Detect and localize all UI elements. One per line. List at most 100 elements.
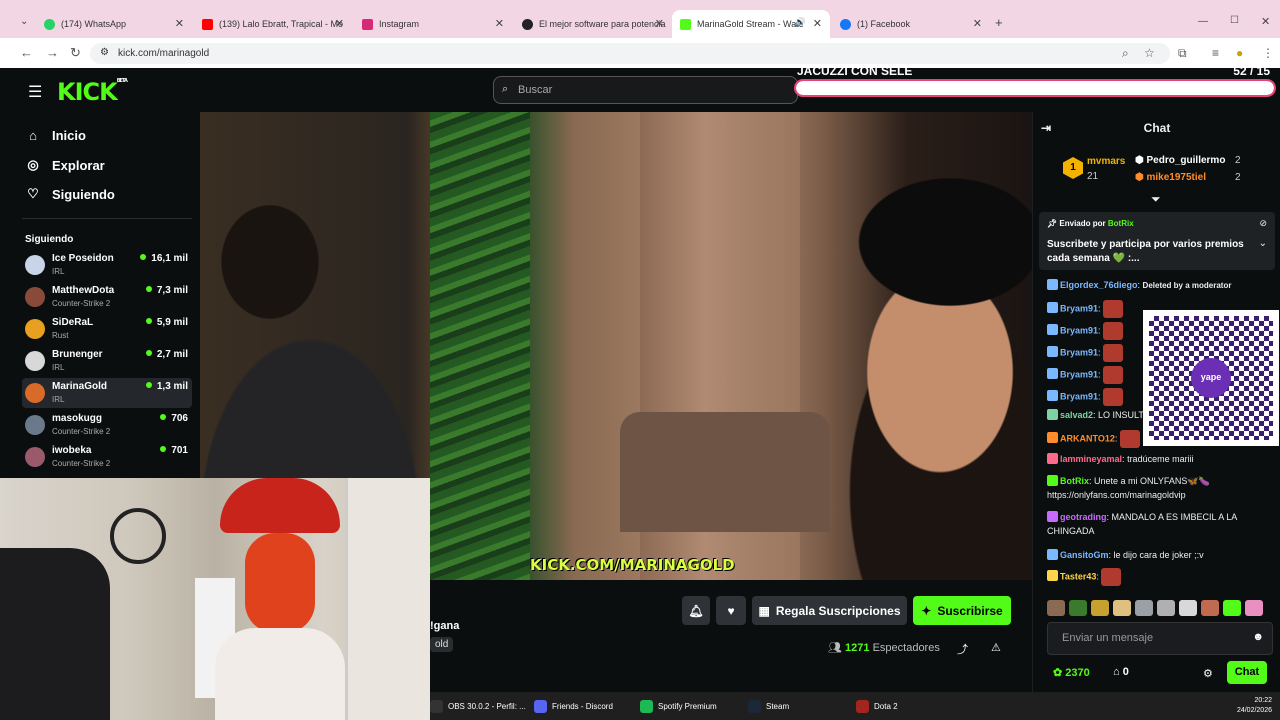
taskbar-item[interactable]: Spotify Premium (640, 700, 717, 713)
collapse-chat-icon[interactable]: ⇥ (1041, 121, 1051, 135)
subscribe-button[interactable]: ✦ Suscribirse (913, 596, 1011, 625)
gift-subs-button[interactable]: ▦ Regala Suscripciones (752, 596, 907, 625)
user-badge-icon (1047, 368, 1058, 380)
emote-icon[interactable] (1047, 600, 1065, 616)
share-icon[interactable]: ⤴ (957, 641, 968, 657)
bookmark-star-icon[interactable]: ☆ (1144, 46, 1155, 60)
sidebar-item-siguiendo[interactable]: ♡ Siguiendo (26, 186, 115, 202)
close-tab-icon[interactable]: ✕ (655, 17, 664, 30)
chat-username[interactable]: BotRix (1060, 476, 1089, 486)
emote-icon[interactable] (1179, 600, 1197, 616)
sidebar-following-item[interactable]: Brunenger IRL 2,7 mil (22, 346, 192, 376)
chat-username[interactable]: Bryam91 (1060, 369, 1098, 379)
new-tab-button[interactable]: + (995, 15, 1003, 30)
chat-username[interactable]: Bryam91 (1060, 303, 1098, 313)
extensions-icon[interactable]: ⧉ (1178, 46, 1187, 61)
user-badge-icon (1047, 302, 1058, 314)
sidebar-following-item[interactable]: SiDeRaL Rust 5,9 mil (22, 314, 192, 344)
sidebar-item-explorar[interactable]: ◎ Explorar (26, 157, 104, 173)
chat-username[interactable]: GansitoGm (1060, 550, 1109, 560)
reload-icon[interactable]: ↻ (70, 45, 81, 61)
taskbar-item[interactable]: Friends - Discord (534, 700, 613, 713)
stream-title: !gana (430, 620, 460, 632)
hamburger-menu-icon[interactable]: ☰ (28, 82, 42, 102)
maximize-icon[interactable]: ☐ (1230, 15, 1239, 26)
emote-icon[interactable] (1245, 600, 1263, 616)
chat-username[interactable]: salvad2 (1060, 410, 1093, 420)
chat-message-input[interactable]: Enviar un mensaje ☻ (1047, 622, 1273, 655)
close-window-icon[interactable]: ✕ (1261, 15, 1270, 28)
chat-username[interactable]: Taster43 (1060, 571, 1096, 581)
profile-icon[interactable]: ● (1236, 46, 1243, 60)
sidebar-item-inicio[interactable]: ⌂ Inicio (26, 128, 86, 143)
report-warning-icon[interactable]: ⚠ (991, 641, 1001, 654)
close-tab-icon[interactable]: ✕ (175, 17, 184, 30)
emote-icon[interactable] (1091, 600, 1109, 616)
minimize-icon[interactable]: — (1198, 16, 1208, 27)
chat-username[interactable]: lammineyamal (1060, 454, 1122, 464)
chat-settings-icon[interactable]: ⚙ (1203, 667, 1213, 680)
chat-username[interactable]: geotrading (1060, 512, 1107, 522)
notification-bell-button[interactable]: 🔔︎ (682, 596, 710, 625)
chat-username[interactable]: Bryam91 (1060, 325, 1098, 335)
emote-icon[interactable] (1223, 600, 1241, 616)
hide-pin-icon[interactable]: ⊘ (1259, 218, 1267, 229)
tab-title: MarinaGold Stream - Watc (697, 19, 804, 29)
forward-icon[interactable]: → (46, 45, 59, 60)
user-badge-icon (1047, 511, 1058, 522)
chat-username[interactable]: ARKANTO12 (1060, 433, 1115, 443)
follow-heart-button[interactable]: ♥ (716, 596, 746, 625)
app-icon (430, 700, 443, 713)
taskbar-item[interactable]: Dota 2 (856, 700, 898, 713)
site-info-icon[interactable]: ⚙ (100, 47, 109, 58)
back-icon[interactable]: ← (20, 45, 33, 60)
chevron-down-icon[interactable]: ⌄ (1259, 238, 1267, 249)
tab-instagram[interactable]: Instagram ✕ (354, 13, 512, 35)
speaker-icon[interactable]: 🔊 (795, 17, 806, 28)
goal-progress-fill (796, 81, 1274, 95)
search-input[interactable]: ⌕ Buscar (493, 76, 798, 104)
avatar (25, 287, 45, 307)
emote-icon[interactable] (1069, 600, 1087, 616)
close-tab-icon[interactable]: ✕ (973, 17, 982, 30)
chat-username[interactable]: Elgordex_76diego (1060, 280, 1138, 290)
sidebar-following-item[interactable]: MarinaGold IRL 1,3 mil (22, 378, 192, 408)
channel-points[interactable]: ✿ 2370 (1053, 666, 1090, 679)
taskbar-item[interactable]: OBS 30.0.2 - Perfil: ... (430, 700, 526, 713)
emote-icon[interactable] (1157, 600, 1175, 616)
close-tab-icon[interactable]: ✕ (335, 17, 344, 30)
chat-username[interactable]: Bryam91 (1060, 347, 1098, 357)
stream-category-tag[interactable]: old (430, 637, 454, 652)
close-tab-icon[interactable]: ✕ (813, 17, 822, 30)
kick-logo[interactable]: KICKBETA (57, 78, 128, 106)
close-tab-icon[interactable]: ✕ (495, 17, 504, 30)
tab-search-icon[interactable]: ⌄ (20, 16, 28, 27)
chat-send-button[interactable]: Chat (1227, 661, 1267, 684)
tab-youtube[interactable]: (139) Lalo Ebratt, Trapical - Mo ✕ (194, 13, 352, 35)
emoji-picker-icon[interactable]: ☻ (1252, 631, 1264, 643)
channel-category: IRL (52, 395, 65, 404)
tab-marinagold[interactable]: MarinaGold Stream - Watc 🔊 ✕ (672, 10, 830, 38)
chat-username[interactable]: Bryam91 (1060, 391, 1098, 401)
media-icon[interactable]: ≡ (1212, 46, 1219, 60)
browser-menu-icon[interactable]: ⋮ (1262, 46, 1274, 60)
taskbar-item[interactable]: Steam (748, 700, 789, 713)
tab-software[interactable]: El mejor software para potencia ✕ (514, 13, 672, 35)
avatar (25, 319, 45, 339)
sidebar-following-item[interactable]: iwobeka Counter-Strike 2 701 (22, 442, 192, 472)
gift-icon: ▦ (758, 603, 770, 618)
pinned-by-label: Enviado por (1059, 219, 1106, 228)
emote-icon[interactable] (1201, 600, 1219, 616)
emote-icon[interactable] (1113, 600, 1131, 616)
sidebar-following-item[interactable]: masokugg Counter-Strike 2 706 (22, 410, 192, 440)
tab-whatsapp[interactable]: (174) WhatsApp ✕ (36, 13, 192, 35)
gift-count[interactable]: ⌂ 0 (1113, 666, 1129, 678)
expand-leaderboard-icon[interactable]: ⏷ (1151, 192, 1161, 207)
emote-icon[interactable] (1135, 600, 1153, 616)
system-clock[interactable]: 20:22 24/02/2026 (1237, 696, 1272, 716)
url-field[interactable]: ⚙ kick.com/marinagold (90, 43, 1170, 64)
tab-facebook[interactable]: (1) Facebook ✕ (832, 13, 990, 35)
sidebar-following-item[interactable]: MatthewDota Counter-Strike 2 7,3 mil (22, 282, 192, 312)
zoom-icon[interactable]: ⌕ (1122, 46, 1129, 61)
sidebar-following-item[interactable]: Ice Poseidon IRL 16,1 mil (22, 250, 192, 280)
